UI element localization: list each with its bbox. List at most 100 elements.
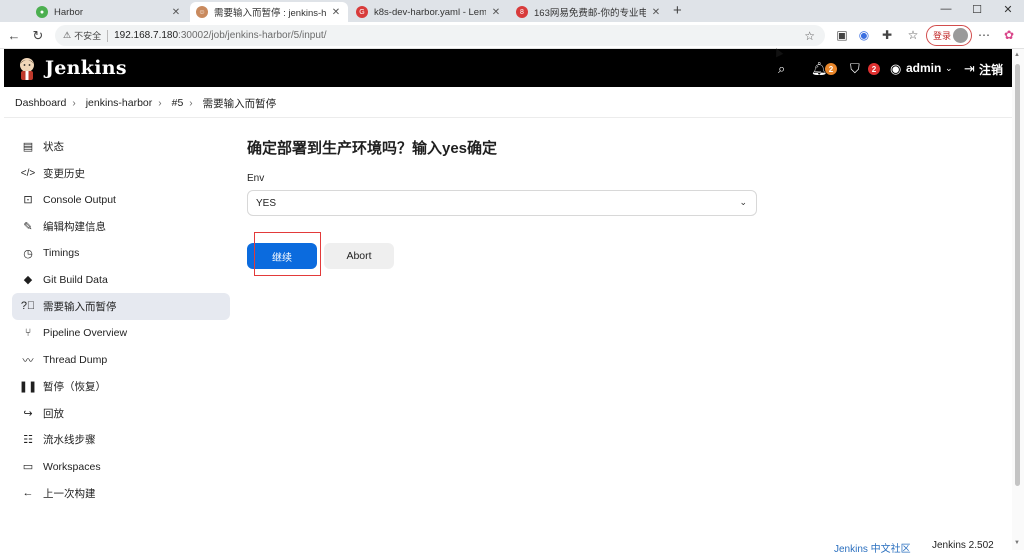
chevron-right-icon: › <box>189 97 193 109</box>
sidebar-item-replay[interactable]: ↪ 回放 <box>12 400 230 427</box>
copilot-icon[interactable]: ✿ <box>1001 28 1017 44</box>
question-icon: ?⃝ <box>20 300 36 313</box>
sidebar-item-changes[interactable]: </> 变更历史 <box>12 160 230 187</box>
footer-community-link[interactable]: Jenkins 中文社区 <box>834 540 911 555</box>
code-icon: </> <box>20 167 36 179</box>
env-label: Env <box>247 173 265 184</box>
warning-icon[interactable]: ⚠ <box>63 30 71 41</box>
sidebar-item-label: 需要输入而暂停 <box>43 300 117 313</box>
sidebar-item-label: Git Build Data <box>43 273 108 286</box>
url-field[interactable]: ⚠ 不安全 192.168.7.180 :30002/job/jenkins-h… <box>55 25 825 46</box>
breadcrumb: Dashboard › jenkins-harbor › #5 › 需要输入而暂… <box>15 96 282 110</box>
close-window-button[interactable]: ✕ <box>998 3 1018 16</box>
jenkins-title[interactable]: Jenkins <box>45 57 127 79</box>
sidebar-item-edit-build-info[interactable]: ✎ 编辑构建信息 <box>12 213 230 240</box>
extensions-icon[interactable]: ✚ <box>879 28 895 44</box>
minimize-button[interactable]: — <box>936 3 956 15</box>
jenkins-favicon-icon: ☺ <box>196 6 208 18</box>
close-tab-icon[interactable]: ✕ <box>650 7 662 18</box>
sidebar-item-label: Console Output <box>43 193 116 206</box>
sidebar-item-label: 回放 <box>43 407 64 420</box>
new-tab-button[interactable]: + <box>673 2 682 19</box>
user-icon[interactable]: ◉ <box>890 61 901 77</box>
search-icon[interactable]: ⌕ <box>778 61 785 77</box>
close-tab-icon[interactable]: ✕ <box>170 7 182 18</box>
sidebar-item-workspaces[interactable]: ▭ Workspaces <box>12 453 230 480</box>
url-path: :30002/job/jenkins-harbor/5/input/ <box>178 30 327 41</box>
breadcrumb-dashboard[interactable]: Dashboard <box>15 97 66 109</box>
replay-icon: ↪ <box>23 407 33 420</box>
arrow-left-icon: ← <box>22 487 34 500</box>
security-label[interactable]: 不安全 <box>74 29 101 42</box>
abort-button[interactable]: Abort <box>324 243 394 269</box>
sidebar-item-paused-for-input[interactable]: ?⃝ 需要输入而暂停 <box>12 293 230 320</box>
sidebar-item-thread-dump[interactable]: 〰 Thread Dump <box>12 347 230 374</box>
login-button[interactable]: 登录 <box>926 25 972 46</box>
close-tab-icon[interactable]: ✕ <box>490 7 502 18</box>
logout-link[interactable]: 注销 <box>979 61 1003 78</box>
browser-tab-gitee[interactable]: G k8s-dev-harbor.yaml - Lemon/jen ✕ <box>350 2 508 22</box>
url-host: 192.168.7.180 <box>114 30 179 41</box>
breadcrumb-job[interactable]: jenkins-harbor <box>86 97 153 109</box>
tab-label: k8s-dev-harbor.yaml - Lemon/jen <box>374 6 486 18</box>
shield-icon[interactable]: ⛉ <box>850 61 860 77</box>
annotation-highlight-box <box>254 232 321 276</box>
sidebar: ▤ 状态 </> 变更历史 ⊡ Console Output ✎ 编辑构建信息 … <box>12 133 230 507</box>
breadcrumb-build[interactable]: #5 <box>172 97 184 109</box>
url-divider <box>107 29 109 42</box>
document-icon: ▤ <box>22 140 34 153</box>
jenkins-logo-icon[interactable] <box>16 56 38 80</box>
tab-label: 163网易免费邮-你的专业电子邮局 <box>534 8 646 19</box>
git-icon: ◆ <box>23 274 33 287</box>
browser-tab-jenkins[interactable]: ☺ 需要输入而暂停 : jenkins-harbor # ✕ <box>190 2 348 22</box>
sidebar-item-pause-resume[interactable]: ❚❚ 暂停（恢复） <box>12 373 230 400</box>
sidebar-item-status[interactable]: ▤ 状态 <box>12 133 230 160</box>
breadcrumb-current[interactable]: 需要输入而暂停 <box>203 96 277 111</box>
back-icon[interactable]: ← <box>6 28 22 43</box>
chevron-right-icon: › <box>158 97 162 109</box>
env-select[interactable]: YES ⌄ <box>247 190 757 216</box>
sidebar-item-pipeline-overview[interactable]: ⑂ Pipeline Overview <box>12 320 230 347</box>
more-menu-icon[interactable]: ⋯ <box>976 28 992 44</box>
bookmark-star-icon[interactable]: ☆ <box>804 29 815 43</box>
sidebar-item-timings[interactable]: ◷ Timings <box>12 240 230 267</box>
sidebar-item-label: 流水线步骤 <box>43 434 96 447</box>
tab-label: Harbor <box>54 6 84 18</box>
mail163-favicon-icon: 8 <box>516 6 528 18</box>
pipeline-icon: ⑂ <box>24 327 32 340</box>
harbor-favicon-icon: ● <box>36 6 48 18</box>
sidebar-item-git-build-data[interactable]: ◆ Git Build Data <box>12 266 230 293</box>
favorites-icon[interactable]: ☆ <box>905 28 921 44</box>
reload-icon[interactable]: ↻ <box>30 28 46 44</box>
chevron-right-icon: › <box>72 97 76 109</box>
sidebar-item-label: Pipeline Overview <box>43 327 128 340</box>
user-menu[interactable]: admin <box>906 61 941 75</box>
logout-icon[interactable]: ⇥ <box>964 61 975 77</box>
maximize-button[interactable]: ☐ <box>967 3 987 16</box>
footer-version[interactable]: Jenkins 2.502 <box>932 540 994 551</box>
sidebar-item-label: Timings <box>43 247 80 260</box>
tab-label: 需要输入而暂停 : jenkins-harbor # <box>214 8 326 19</box>
chevron-down-icon[interactable]: ⌄ <box>739 197 747 208</box>
browser-tab-harbor[interactable]: ● Harbor ✕ <box>30 2 188 22</box>
breadcrumb-divider <box>4 117 1012 118</box>
sidebar-item-pipeline-steps[interactable]: ☷ 流水线步骤 <box>12 427 230 454</box>
sidebar-item-previous-build[interactable]: ← 上一次构建 <box>12 480 230 507</box>
chevron-down-icon[interactable]: ⌄ <box>945 63 953 74</box>
sidebar-item-label: 编辑构建信息 <box>43 220 106 233</box>
browser-tab-163mail[interactable]: 8 163网易免费邮-你的专业电子邮局 ✕ <box>510 2 668 22</box>
scroll-down-icon[interactable]: ▼ <box>1014 540 1020 546</box>
reading-mode-icon[interactable]: ▣ <box>834 28 850 44</box>
scroll-up-icon[interactable]: ▲ <box>1014 52 1020 58</box>
close-tab-icon[interactable]: ✕ <box>330 7 342 18</box>
pause-icon: ❚❚ <box>18 381 38 394</box>
clock-icon: ◷ <box>23 247 33 260</box>
sidebar-item-console-output[interactable]: ⊡ Console Output <box>12 186 230 213</box>
scrollbar-thumb[interactable] <box>1015 64 1020 486</box>
sidebar-item-label: 变更历史 <box>43 167 85 180</box>
sidebar-item-label: 状态 <box>43 140 64 153</box>
sidebar-item-label: Workspaces <box>43 460 101 473</box>
gitee-favicon-icon: G <box>356 6 368 18</box>
extension-blue-icon[interactable]: ◉ <box>856 28 872 44</box>
sidebar-item-label: Thread Dump <box>43 353 108 366</box>
